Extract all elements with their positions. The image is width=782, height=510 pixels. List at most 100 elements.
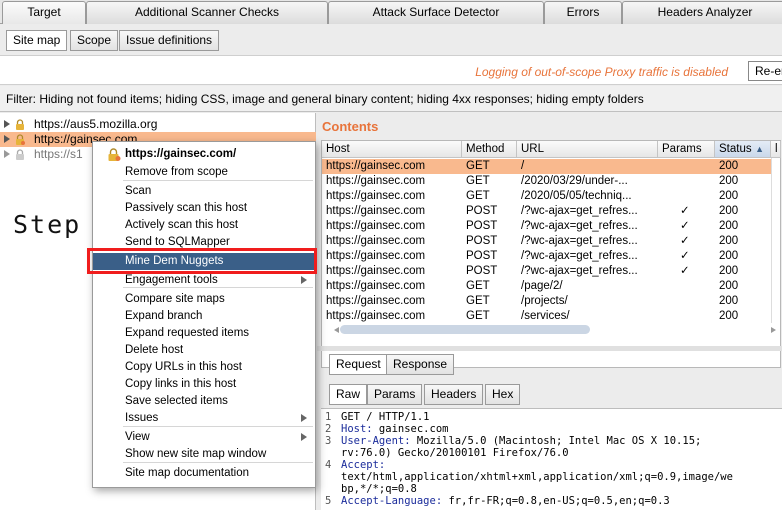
tab-headers-analyzer[interactable]: Headers Analyzer [622,1,782,24]
tab-target[interactable]: Target [2,1,86,24]
expand-arrow-icon[interactable] [4,135,10,143]
tab-headers[interactable]: Headers [424,384,484,405]
cell-url: / [521,160,525,172]
cell-url: /2020/03/29/under-... [521,175,628,187]
cell-params [658,189,715,204]
cell-method: GET [466,280,490,292]
table-row[interactable]: https://gainsec.com POST /?wc-ajax=get_ref… [322,234,780,249]
tab-additional-scanner-checks[interactable]: Additional Scanner Checks [86,1,328,24]
cell-host: https://gainsec.com [326,280,426,292]
header-key: User-Agent: [341,435,411,447]
menu-item-site-map-documentation[interactable]: Site map documentation [93,465,315,482]
line-number: 5 [325,495,332,507]
expand-arrow-icon[interactable] [4,150,10,158]
table-row[interactable]: https://gainsec.com POST /?wc-ajax=get_ref… [322,264,780,279]
table-row[interactable]: https://gainsec.com GET/2020/05/05/techni… [322,189,780,204]
cell-status: 200 [719,295,739,307]
tab-params[interactable]: Params [367,384,423,405]
menu-item-issues[interactable]: Issues [93,410,315,427]
menu-item-copy-links-in-this-host[interactable]: Copy links in this host [93,376,315,393]
menu-item-label: Expand branch [125,310,203,322]
scroll-left-icon[interactable] [329,327,339,333]
tab-errors[interactable]: Errors [544,1,622,24]
context-menu: https://gainsec.com/Remove from scope Sca… [92,141,316,488]
menu-item-label: Scan [125,185,152,197]
cell-status: 200 [719,280,739,292]
header-value: text/html,application/xhtml+xml,applicat… [341,471,733,483]
tab-issue-definitions[interactable]: Issue definitions [119,30,220,51]
tab-attack-surface-detector[interactable]: Attack Surface Detector [328,1,544,24]
col-params[interactable]: Params [658,141,715,158]
table-row[interactable]: https://gainsec.com GET / 200 [322,159,780,174]
menu-item-label: Passively scan this host [125,202,248,214]
cell-method: GET [466,190,490,202]
menu-item-delete-host[interactable]: Delete host [93,342,315,359]
col-method[interactable]: Method [462,141,517,158]
lock-icon [16,134,25,145]
table-row[interactable]: https://gainsec.com POST /?wc-ajax=get_ref… [322,219,780,234]
table-row[interactable]: https://gainsec.com GET/projects/200 [322,294,780,309]
header-value: gainsec.com [372,423,449,435]
menu-item-scan[interactable]: Scan [93,183,315,200]
col-url[interactable]: URL [517,141,658,158]
table-row[interactable]: https://gainsec.com GET/2020/03/29/under-… [322,174,780,189]
tree-item[interactable]: https://aus5.mozilla.org [0,117,316,132]
menu-item-actively-scan-this-host[interactable]: Actively scan this host [93,217,315,234]
menu-item-label: Expand requested items [125,327,250,339]
cell-host: https://gainsec.com [326,265,426,277]
expand-arrow-icon[interactable] [4,120,10,128]
filter-bar[interactable]: Filter: Hiding not found items; hiding C… [0,86,782,112]
menu-item-label: Issues [125,412,159,424]
re-enable-button[interactable]: Re-en [748,61,782,81]
scroll-right-icon[interactable] [771,327,776,333]
cell-host: https://gainsec.com [326,250,426,262]
horizontal-scrollbar[interactable] [326,323,778,335]
col-length[interactable]: l [771,141,781,158]
menu-item-engagement-tools[interactable]: Engagement tools [93,272,315,289]
cell-method: POST [466,220,498,232]
tab-raw[interactable]: Raw [329,384,368,405]
cell-method: POST [466,250,498,262]
menu-item-passively-scan-this-host[interactable]: Passively scan this host [93,200,315,217]
cell-method: POST [466,205,498,217]
scroll-thumb[interactable] [340,325,590,334]
header-value: rv:76.0) Gecko/20100101 Firefox/76.0 [341,447,569,459]
menu-item-expand-requested-items[interactable]: Expand requested items [93,325,315,342]
vertical-scrollbar[interactable] [771,158,780,323]
cell-host: https://gainsec.com [326,175,426,187]
tab-request[interactable]: Request [329,354,388,375]
cell-status: 200 [719,235,739,247]
col-status[interactable]: Status ▲ [715,141,771,158]
menu-item-copy-urls-in-this-host[interactable]: Copy URLs in this host [93,359,315,376]
tab-site-map[interactable]: Site map [6,30,68,51]
cell-url: /?wc-ajax=get_refres... [521,235,638,247]
menu-item-expand-branch[interactable]: Expand branch [93,308,315,325]
splitter[interactable] [317,346,782,351]
line-number: 4 [325,459,332,471]
menu-item-save-selected-items[interactable]: Save selected items [93,393,315,410]
lock-icon [16,119,24,130]
col-host[interactable]: Host [322,141,462,158]
menu-item-label: Copy links in this host [125,378,237,390]
cell-host: https://gainsec.com [326,235,426,247]
raw-request-editor[interactable]: 1 GET / HTTP/1.1 2 Host: gainsec.com 3 User-A… [321,408,782,510]
burp-window: Target Additional Scanner Checks Attack … [0,0,782,510]
tab-hex[interactable]: Hex [485,384,521,405]
menu-item-remove-from-scope[interactable]: Remove from scope [93,164,315,181]
cell-status: 200 [719,160,739,172]
contents-title: Contents [322,119,379,134]
main-tab-bar: Target Additional Scanner Checks Attack … [0,0,782,24]
menu-item-view[interactable]: View [93,429,315,446]
cell-host: https://gainsec.com [326,205,426,217]
table-row[interactable]: https://gainsec.com GET/services/200 [322,309,780,324]
table-row[interactable]: https://gainsec.com POST /?wc-ajax=get_ref… [322,204,780,219]
menu-item-label: Copy URLs in this host [125,361,242,373]
table-row[interactable]: https://gainsec.com GET/page/2/200 [322,279,780,294]
menu-item-compare-site-maps[interactable]: Compare site maps [93,291,315,308]
tab-scope[interactable]: Scope [70,30,119,51]
menu-item-show-new-site-map-window[interactable]: Show new site map window [93,446,315,463]
cell-method: GET [466,175,490,187]
contents-table: Host Method URL Params Status ▲ l https:… [321,140,781,368]
table-row[interactable]: https://gainsec.com POST /?wc-ajax=get_ref… [322,249,780,264]
tab-response[interactable]: Response [386,354,455,375]
